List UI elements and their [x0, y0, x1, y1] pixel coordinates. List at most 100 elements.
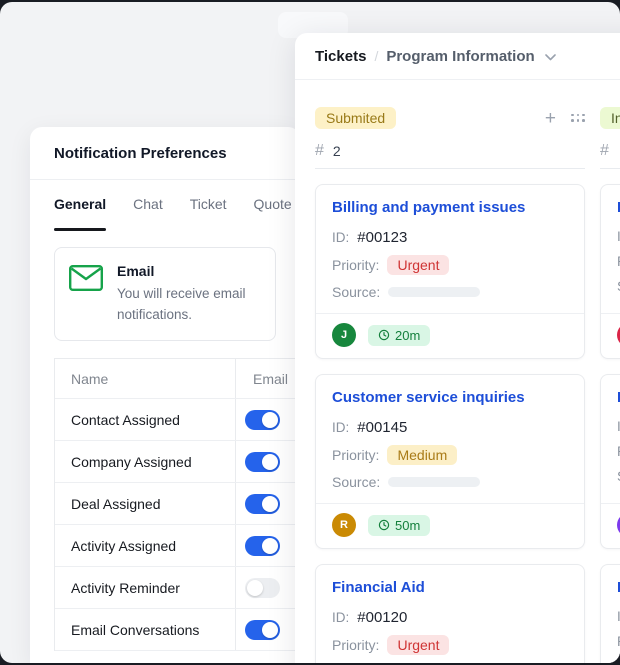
time-badge: 20m [368, 324, 431, 346]
setting-label: Company Assigned [71, 453, 192, 470]
toggle-activity-assigned[interactable] [245, 535, 280, 556]
priority-badge: Medium [387, 445, 458, 465]
column-submited: Submited + # 2 Billing and payment issue… [315, 106, 585, 663]
hash-icon: # [315, 142, 324, 159]
ticket-id: #00123 [357, 229, 408, 246]
chevron-down-icon[interactable] [544, 54, 556, 61]
source-label: Source: [332, 474, 381, 490]
ticket-card[interactable]: Billing and payment issues ID: #00123 Pr… [315, 184, 585, 359]
notification-preferences-panel: Notification Preferences General Chat Ti… [30, 127, 300, 663]
priority-label: Priority: [332, 447, 380, 463]
column-count: # [600, 142, 620, 160]
tickets-panel: Tickets / Program Information Submited +… [295, 33, 620, 663]
setting-label: Deal Assigned [71, 495, 161, 512]
setting-toggle-cell [235, 399, 300, 440]
column-divider [315, 168, 585, 169]
breadcrumb-tickets[interactable]: Tickets [315, 48, 366, 65]
id-label: ID: [332, 420, 350, 435]
notification-settings-table: Name Email Contact Assigned Company Assi… [54, 358, 300, 651]
tab-underline-placeholder [254, 228, 292, 231]
toggle-email-conversations[interactable] [245, 619, 280, 640]
ticket-id: #00120 [357, 609, 408, 626]
ticket-count: 2 [332, 143, 341, 159]
tab-chat-label: Chat [133, 196, 163, 212]
clock-icon [378, 329, 390, 341]
priority-label: Priority: [332, 257, 380, 273]
active-tab-underline [54, 228, 107, 231]
toggle-contact-assigned[interactable] [245, 409, 280, 430]
ticket-card[interactable]: F ID: Priority: Source: [600, 374, 620, 549]
tab-underline-placeholder [190, 228, 227, 231]
tickets-breadcrumb: Tickets / Program Information [295, 33, 620, 80]
column-status-badge: In progress [600, 107, 620, 129]
ticket-card[interactable]: F ID: Priority: Source: [600, 564, 620, 663]
envelope-icon [69, 265, 104, 292]
ticket-title-link[interactable]: Billing and payment issues [332, 199, 568, 216]
column-header-name: Name [71, 370, 109, 387]
column-in-progress: In progress + # P ID: Priority: [600, 106, 620, 663]
ticket-card[interactable]: Customer service inquiries ID: #00145 Pr… [315, 374, 585, 549]
source-skeleton [388, 477, 481, 487]
email-channel-card: Email You will receive email notificatio… [54, 247, 276, 341]
id-label: ID: [332, 610, 350, 625]
tab-general[interactable]: General [54, 196, 107, 231]
column-divider [600, 168, 620, 169]
setting-label: Contact Assigned [71, 411, 180, 428]
assignee-avatar: R [332, 513, 356, 537]
breadcrumb-program-information[interactable]: Program Information [386, 48, 534, 65]
setting-label: Activity Assigned [71, 537, 177, 554]
ticket-title-link[interactable]: Customer service inquiries [332, 389, 568, 406]
toggle-activity-reminder[interactable] [245, 577, 280, 598]
time-value: 50m [395, 517, 421, 533]
ticket-id: #00145 [357, 419, 408, 436]
time-value: 20m [395, 327, 421, 343]
clock-icon [378, 519, 390, 531]
toggle-deal-assigned[interactable] [245, 493, 280, 514]
table-row: Activity Reminder [55, 567, 300, 609]
notification-tabs: General Chat Ticket Quote [30, 180, 300, 231]
column-header: In progress + [600, 106, 620, 130]
tab-ticket-label: Ticket [189, 196, 227, 212]
setting-toggle-cell [235, 609, 300, 650]
priority-label: Priority: [332, 637, 380, 653]
drag-handle-icon[interactable] [571, 113, 585, 123]
tab-ticket[interactable]: Ticket [190, 196, 227, 231]
column-header: Submited + [315, 106, 585, 130]
time-badge: 50m [368, 514, 431, 536]
hash-icon: # [600, 142, 609, 159]
tab-underline-placeholder [133, 228, 163, 231]
ticket-card[interactable]: P ID: Priority: Source: [600, 184, 620, 359]
tab-quote-label: Quote [253, 196, 292, 212]
table-row: Company Assigned [55, 441, 300, 483]
breadcrumb-separator: / [374, 48, 379, 64]
email-channel-heading: Email [117, 263, 155, 279]
column-header-email: Email [235, 359, 300, 398]
assignee-avatar: J [332, 323, 356, 347]
kanban-board: Submited + # 2 Billing and payment issue… [295, 80, 620, 663]
table-row: Email Conversations [55, 609, 300, 651]
setting-toggle-cell [235, 441, 300, 482]
source-label: Source: [332, 284, 381, 300]
column-count: # 2 [315, 142, 585, 160]
table-header-row: Name Email [55, 359, 300, 399]
tab-quote[interactable]: Quote [254, 196, 292, 231]
app-background: Notification Preferences General Chat Ti… [0, 2, 620, 663]
priority-badge: Urgent [387, 635, 450, 655]
ticket-card[interactable]: Financial Aid ID: #00120 Priority: Urgen… [315, 564, 585, 663]
setting-toggle-cell [235, 567, 300, 608]
priority-badge: Urgent [387, 255, 450, 275]
source-skeleton [388, 287, 481, 297]
tab-chat[interactable]: Chat [133, 196, 163, 231]
notification-preferences-title: Notification Preferences [30, 127, 300, 180]
setting-label: Activity Reminder [71, 579, 180, 596]
id-label: ID: [332, 230, 350, 245]
add-ticket-button[interactable]: + [545, 109, 556, 128]
table-row: Contact Assigned [55, 399, 300, 441]
setting-label: Email Conversations [71, 621, 200, 638]
table-row: Deal Assigned [55, 483, 300, 525]
table-row: Activity Assigned [55, 525, 300, 567]
toggle-company-assigned[interactable] [245, 451, 280, 472]
email-channel-description: You will receive email notifications. [117, 286, 246, 322]
tab-general-label: General [54, 196, 107, 212]
ticket-title-link[interactable]: Financial Aid [332, 579, 568, 596]
